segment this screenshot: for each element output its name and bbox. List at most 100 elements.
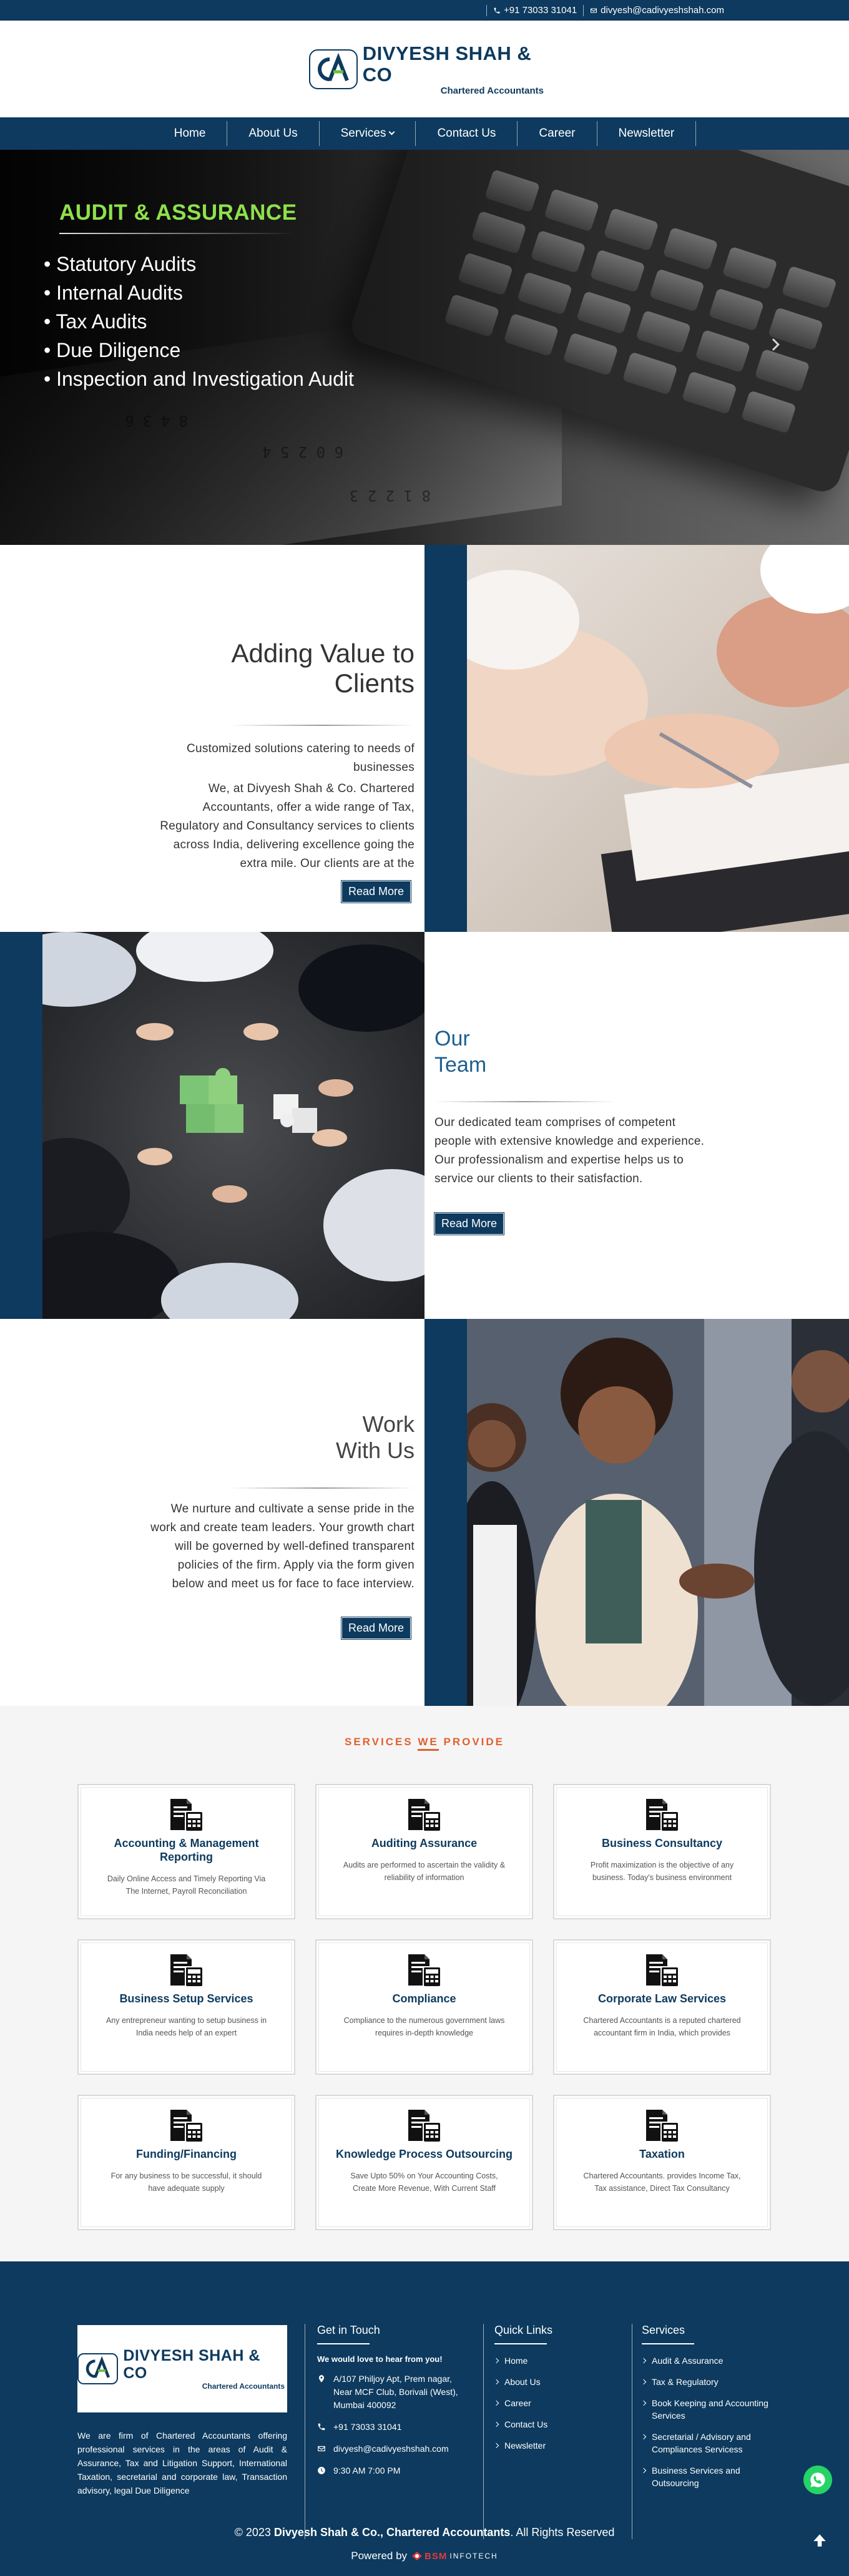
service-card[interactable]: Business Consultancy Profit maximization … <box>553 1784 771 1919</box>
service-card[interactable]: Knowledge Process Outsourcing Save Upto 5… <box>315 2095 533 2230</box>
service-card[interactable]: Business Setup Services Any entrepreneur … <box>77 1939 295 2075</box>
site-header: DIVYESH SHAH & CO Chartered Accountants <box>0 21 849 117</box>
calculator-document-icon <box>168 1796 205 1833</box>
footer-link[interactable]: Career <box>493 2397 619 2409</box>
brand-tagline: Chartered Accountants <box>202 2382 285 2391</box>
chevron-down-icon <box>388 129 395 135</box>
adding-value-read-more-button[interactable]: Read More <box>340 880 412 903</box>
bsm-infotech-logo[interactable]: BSM INFOTECH <box>412 2551 498 2562</box>
topbar-email-text: divyesh@cadivyeshshah.com <box>601 5 724 16</box>
service-title: Corporate Law Services <box>597 1992 727 2005</box>
chevron-right-icon <box>767 338 780 351</box>
topbar-phone-text: +91 73033 31041 <box>503 5 577 16</box>
site-logo[interactable]: DIVYESH SHAH & CO Chartered Accountants <box>309 42 546 96</box>
handshake-image <box>467 1319 849 1706</box>
footer-link[interactable]: Business Services and Outsourcing <box>640 2464 773 2489</box>
service-description: Save Upto 50% on Your Accounting Costs, … <box>350 2172 498 2193</box>
powered-by: Powered by BSM INFOTECH <box>0 2550 849 2562</box>
footer-email-link[interactable]: divyesh@cadivyeshshah.com <box>317 2442 473 2456</box>
hero-bullet: • Inspection and Investigation Audit <box>44 368 354 390</box>
footer-logo[interactable]: DIVYESH SHAH & CO Chartered Accountants <box>77 2325 287 2412</box>
service-title: Funding/Financing <box>136 2148 237 2160</box>
work-with-us-read-more-button[interactable]: Read More <box>340 1617 412 1640</box>
calculator-document-icon <box>406 2107 443 2143</box>
nav-item-newsletter[interactable]: Newsletter <box>597 121 697 146</box>
topbar-email-link[interactable]: divyesh@cadivyeshshah.com <box>584 0 730 21</box>
footer-services-links: Services Audit & Assurance Tax & Regulato… <box>640 2324 773 2498</box>
ca-monogram-icon <box>86 2356 110 2378</box>
copyright-part: © 2023 <box>234 2526 274 2539</box>
service-card[interactable]: Accounting & Management Reporting Daily O… <box>77 1784 295 1919</box>
chevron-right-icon <box>493 2421 499 2427</box>
footer-link[interactable]: Audit & Assurance <box>640 2354 773 2367</box>
services-section: SERVICES WE PROVIDE Accounting & Managem… <box>0 1706 849 2261</box>
footer-link-label: Business Services and Outsourcing <box>652 2466 740 2488</box>
team-puzzle-illustration <box>42 932 424 1319</box>
heading-line: With Us <box>336 1437 415 1463</box>
service-description: Profit maximization is the objective of … <box>590 1861 734 1882</box>
calculator-document-icon <box>168 2107 205 2143</box>
chevron-right-icon <box>640 2434 647 2440</box>
heading-part-underlined: WE <box>418 1736 439 1751</box>
copyright-company: Divyesh Shah & Co., Chartered Accountant… <box>273 2526 511 2539</box>
hero-slider: 8 4 3 6 6 0 2 5 4 8 1 2 2 3 AUDIT & ASSU… <box>0 150 849 545</box>
service-card[interactable]: Auditing Assurance Audits are performed t… <box>315 1784 533 1919</box>
slider-next-arrow[interactable] <box>767 338 783 354</box>
hero-bullet: • Statutory Audits <box>44 253 197 275</box>
adding-value-section: Adding Value to Clients Customized solut… <box>0 545 849 932</box>
hero-bullet: • Due Diligence <box>44 339 181 361</box>
nav-item-home[interactable]: Home <box>153 121 228 146</box>
footer-link[interactable]: Home <box>493 2354 619 2367</box>
service-card[interactable]: Corporate Law Services Chartered Accounta… <box>553 1939 771 2075</box>
footer-link[interactable]: Tax & Regulatory <box>640 2376 773 2388</box>
nav-item-services[interactable]: Services <box>320 121 416 146</box>
nav-item-contact-us[interactable]: Contact Us <box>416 121 518 146</box>
services-links-list: Audit & Assurance Tax & Regulatory Book Ke… <box>640 2354 773 2489</box>
footer-link-label: Audit & Assurance <box>652 2356 724 2366</box>
services-heading: SERVICES WE PROVIDE <box>0 1736 849 1751</box>
footer-link-label: Newsletter <box>504 2441 546 2451</box>
footer-link[interactable]: Newsletter <box>493 2439 619 2452</box>
footer-link[interactable]: Contact Us <box>493 2418 619 2431</box>
nav-item-career[interactable]: Career <box>518 121 597 146</box>
heading-line: Adding Value to <box>231 639 415 668</box>
back-to-top-button[interactable] <box>808 2529 831 2552</box>
footer-link[interactable]: Book Keeping and Accounting Services <box>640 2397 773 2422</box>
handshake-illustration <box>467 1319 849 1706</box>
blue-accent-band <box>424 1319 467 1706</box>
service-card[interactable]: Compliance Compliance to the numerous gov… <box>315 1939 533 2075</box>
whatsapp-button[interactable] <box>803 2466 832 2494</box>
phone-icon <box>494 7 500 13</box>
hands-writing-image <box>467 545 849 932</box>
blue-accent-band <box>424 545 467 932</box>
heading-line: Clients <box>334 668 415 698</box>
footer-email-text: divyesh@cadivyeshshah.com <box>333 2444 449 2454</box>
footer-link[interactable]: About Us <box>493 2376 619 2388</box>
footer-link-label: Contact Us <box>504 2419 548 2429</box>
calculator-document-icon <box>644 1796 681 1833</box>
our-team-read-more-button[interactable]: Read More <box>433 1212 505 1235</box>
calculator-document-icon <box>406 1796 443 1833</box>
calculator-document-icon <box>644 2107 681 2143</box>
footer-about-text: We are firm of Chartered Accountants off… <box>77 2431 287 2495</box>
divider <box>483 2324 484 2539</box>
footer-phone-link[interactable]: +91 73033 31041 <box>317 2421 473 2434</box>
service-card[interactable]: Funding/Financing For any business to be … <box>77 2095 295 2230</box>
nav-item-about-us[interactable]: About Us <box>227 121 320 146</box>
divider <box>642 2343 694 2344</box>
footer-link-label: Tax & Regulatory <box>652 2377 719 2387</box>
chevron-right-icon <box>493 2379 499 2385</box>
top-contact-bar: +91 73033 31041 divyesh@cadivyeshshah.co… <box>0 0 849 21</box>
divider <box>494 2343 547 2344</box>
topbar-phone-link[interactable]: +91 73033 31041 <box>487 0 583 21</box>
footer-quick-links: Quick Links Home About Us Career Contact Us… <box>493 2324 619 2461</box>
quick-links-list: Home About Us Career Contact Us Newsletter <box>493 2354 619 2452</box>
adding-value-paragraph: We, at Divyesh Shah & Co. Chartered Acco… <box>160 782 415 870</box>
footer-link[interactable]: Secretarial / Advisory and Compliances S… <box>640 2431 773 2456</box>
footer-address: A/107 Philjoy Apt, Prem nagar, Near MCF … <box>317 2373 473 2412</box>
arrow-up-icon <box>813 2534 826 2547</box>
hero-title: AUDIT & ASSURANCE <box>59 200 297 225</box>
copyright-part: . All Rights Reserved <box>510 2526 615 2539</box>
footer-hours-text: 9:30 AM 7:00 PM <box>333 2466 401 2476</box>
service-card[interactable]: Taxation Chartered Accountants. provides … <box>553 2095 771 2230</box>
